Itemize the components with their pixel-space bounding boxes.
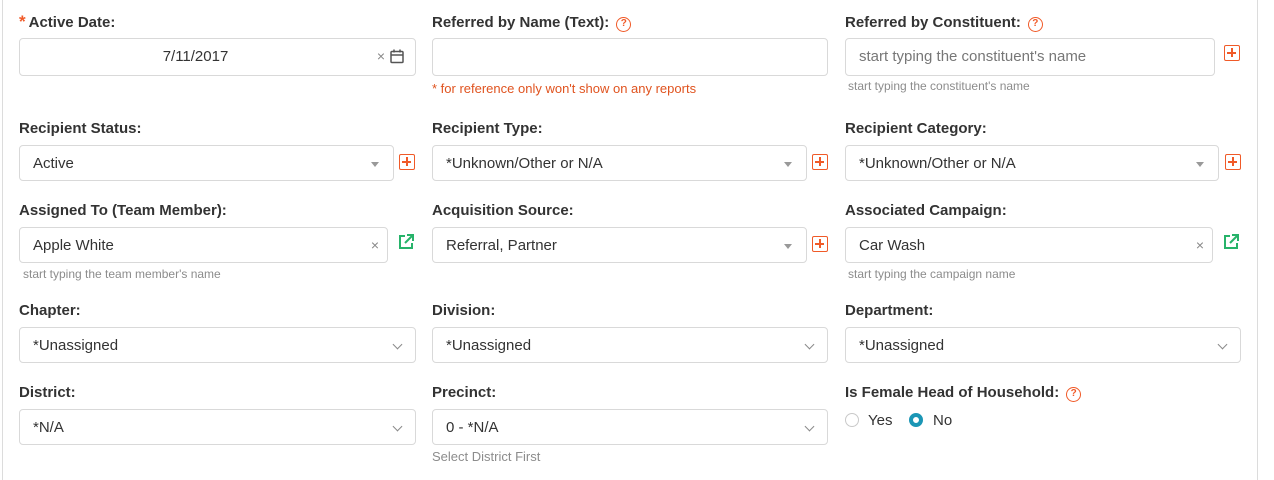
chevron-down-icon: [392, 339, 403, 350]
add-recipient-type-button[interactable]: [812, 154, 828, 170]
caret-down-icon: [784, 162, 792, 167]
help-icon[interactable]: ?: [1066, 386, 1082, 402]
precinct-hint: Select District First: [432, 449, 541, 464]
chevron-down-icon: [804, 421, 815, 432]
assigned-to-label: Assigned To (Team Member):: [19, 202, 227, 219]
recipient-status-select[interactable]: Active: [19, 145, 394, 181]
active-date-input[interactable]: 7/11/2017 ×: [19, 38, 416, 76]
district-label: District:: [19, 384, 76, 401]
female-head-label: Is Female Head of Household:?: [845, 384, 1082, 402]
chevron-down-icon: [804, 339, 815, 350]
team-member-hint: start typing the team member's name: [23, 267, 221, 281]
division-label: Division:: [432, 302, 496, 319]
external-link-icon[interactable]: [397, 233, 415, 251]
acquisition-source-select[interactable]: Referral, Partner: [432, 227, 807, 263]
required-mark: *: [19, 12, 26, 31]
clear-date-icon[interactable]: ×: [377, 39, 385, 73]
help-icon[interactable]: ?: [1027, 16, 1043, 32]
caret-down-icon: [371, 162, 379, 167]
assigned-to-input[interactable]: Apple White ×: [19, 227, 388, 263]
clear-campaign-icon[interactable]: ×: [1196, 228, 1204, 262]
division-select[interactable]: *Unassigned: [432, 327, 828, 363]
chapter-select[interactable]: *Unassigned: [19, 327, 416, 363]
radio-no[interactable]: [909, 413, 923, 427]
recipient-type-label: Recipient Type:: [432, 120, 543, 137]
add-acquisition-source-button[interactable]: [812, 236, 828, 252]
clear-assigned-icon[interactable]: ×: [371, 228, 379, 262]
associated-campaign-label: Associated Campaign:: [845, 202, 1007, 219]
active-date-value: 7/11/2017: [162, 48, 229, 65]
help-icon[interactable]: ?: [616, 16, 632, 32]
add-recipient-status-button[interactable]: [399, 154, 415, 170]
external-link-icon[interactable]: [1222, 233, 1240, 251]
precinct-label: Precinct:: [432, 384, 497, 401]
add-recipient-category-button[interactable]: [1225, 154, 1241, 170]
precinct-select[interactable]: 0 - *N/A: [432, 409, 828, 445]
radio-no-label[interactable]: No: [933, 412, 952, 429]
associated-campaign-input[interactable]: Car Wash ×: [845, 227, 1213, 263]
constituent-placeholder: start typing the constituent's name: [859, 48, 1087, 65]
department-select[interactable]: *Unassigned: [845, 327, 1241, 363]
panel-border-right: [1257, 0, 1258, 480]
referred-by-name-label: Referred by Name (Text):?: [432, 14, 632, 32]
caret-down-icon: [1196, 162, 1204, 167]
add-constituent-button[interactable]: [1224, 45, 1240, 61]
recipient-type-select[interactable]: *Unknown/Other or N/A: [432, 145, 807, 181]
referred-by-constituent-label: Referred by Constituent:?: [845, 14, 1043, 32]
chapter-label: Chapter:: [19, 302, 81, 319]
campaign-hint: start typing the campaign name: [848, 267, 1016, 281]
constituent-hint: start typing the constituent's name: [848, 79, 1030, 93]
panel-border-left: [2, 0, 3, 480]
recipient-status-label: Recipient Status:: [19, 120, 142, 137]
caret-down-icon: [784, 244, 792, 249]
department-label: Department:: [845, 302, 934, 319]
recipient-category-label: Recipient Category:: [845, 120, 987, 137]
acquisition-source-label: Acquisition Source:: [432, 202, 574, 219]
radio-yes[interactable]: [845, 413, 859, 427]
active-date-label: * Active Date:: [19, 12, 116, 31]
recipient-category-select[interactable]: *Unknown/Other or N/A: [845, 145, 1219, 181]
chevron-down-icon: [1217, 339, 1228, 350]
referred-by-name-input[interactable]: [432, 38, 828, 76]
district-select[interactable]: *N/A: [19, 409, 416, 445]
calendar-icon[interactable]: [390, 49, 404, 64]
radio-yes-label[interactable]: Yes: [868, 412, 892, 429]
referred-by-constituent-input[interactable]: start typing the constituent's name: [845, 38, 1215, 76]
chevron-down-icon: [392, 421, 403, 432]
reference-note: * for reference only won't show on any r…: [432, 81, 697, 96]
